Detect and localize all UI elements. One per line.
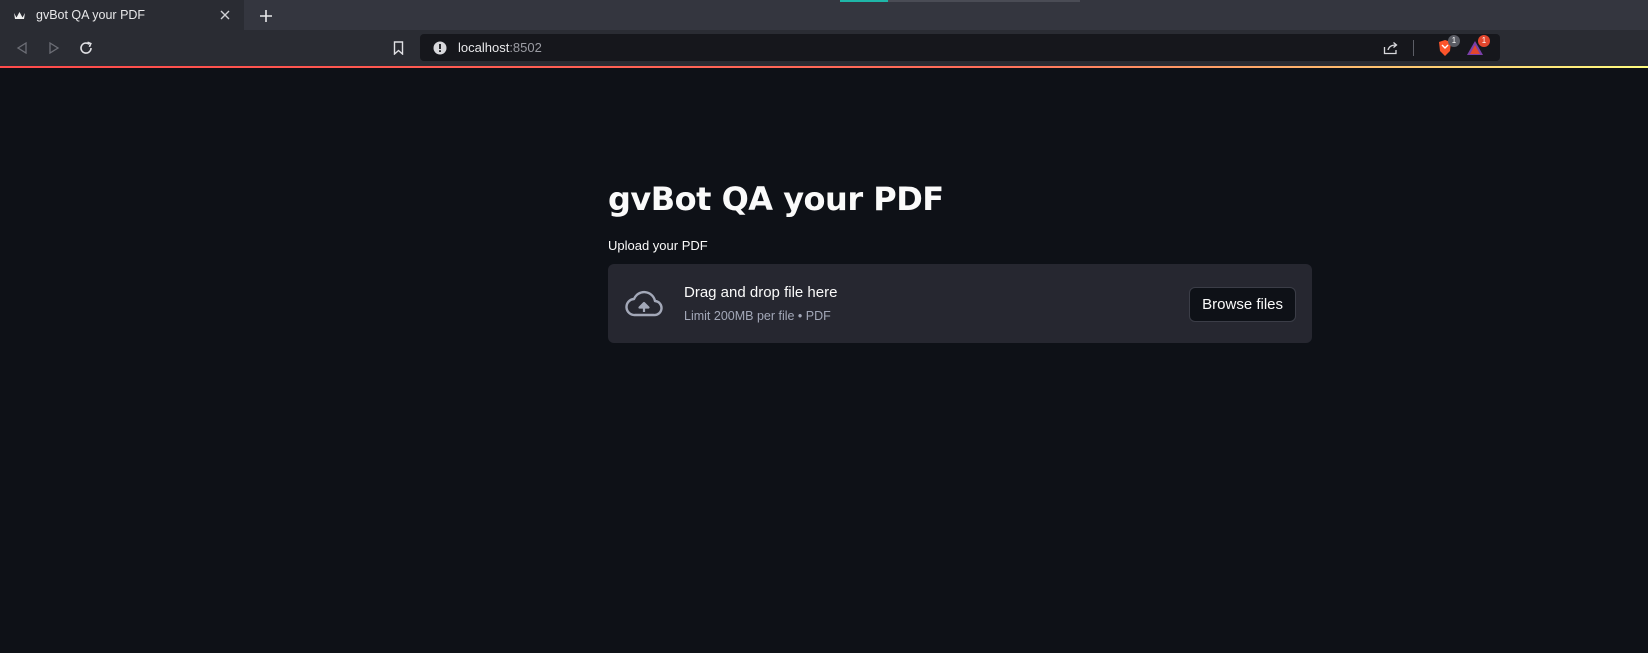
reload-icon bbox=[80, 41, 92, 54]
tab-title: gvBot QA your PDF bbox=[36, 8, 146, 22]
dropzone-instructions: Drag and drop file here bbox=[684, 284, 838, 301]
browser-toolbar: localhost:8502 1 1 bbox=[0, 30, 1648, 66]
bookmark-icon bbox=[393, 41, 403, 55]
toolbar-divider bbox=[1413, 39, 1414, 56]
forward-icon bbox=[49, 42, 60, 54]
crown-icon bbox=[12, 8, 26, 22]
plus-icon bbox=[260, 10, 272, 22]
share-icon[interactable] bbox=[1381, 38, 1401, 58]
browser-tab[interactable]: gvBot QA your PDF bbox=[0, 0, 244, 30]
back-icon bbox=[16, 42, 27, 54]
file-dropzone[interactable]: Drag and drop file here Limit 200MB per … bbox=[608, 264, 1312, 343]
close-icon[interactable] bbox=[216, 6, 234, 24]
shields-badge: 1 bbox=[1448, 34, 1460, 47]
app-page: gvBot QA your PDF Upload your PDF Drag a… bbox=[0, 68, 1648, 653]
brave-shields-icon[interactable]: 1 bbox=[1434, 34, 1460, 58]
cloud-upload-icon bbox=[624, 284, 664, 324]
dropzone-limit: Limit 200MB per file • PDF bbox=[684, 309, 831, 323]
media-indicator bbox=[840, 0, 1080, 2]
upload-label: Upload your PDF bbox=[608, 238, 708, 253]
rewards-badge: 1 bbox=[1478, 34, 1490, 47]
url-host: localhost bbox=[458, 40, 510, 55]
forward-button[interactable] bbox=[44, 38, 64, 58]
page-title: gvBot QA your PDF bbox=[608, 180, 944, 218]
browse-files-button[interactable]: Browse files bbox=[1189, 287, 1296, 322]
address-bar[interactable]: localhost:8502 1 1 bbox=[420, 34, 1500, 61]
main-content: gvBot QA your PDF Upload your PDF Drag a… bbox=[608, 180, 1312, 343]
tab-strip: gvBot QA your PDF bbox=[0, 0, 1648, 30]
info-icon[interactable] bbox=[432, 40, 448, 56]
url-text[interactable]: localhost:8502 bbox=[458, 40, 542, 55]
url-port: :8502 bbox=[509, 40, 542, 55]
back-button[interactable] bbox=[12, 38, 32, 58]
new-tab-button[interactable] bbox=[255, 5, 277, 27]
brave-rewards-icon[interactable]: 1 bbox=[1464, 34, 1490, 58]
dropzone-text: Drag and drop file here Limit 200MB per … bbox=[684, 284, 837, 323]
bookmark-button[interactable] bbox=[388, 38, 408, 58]
reload-button[interactable] bbox=[76, 38, 96, 58]
